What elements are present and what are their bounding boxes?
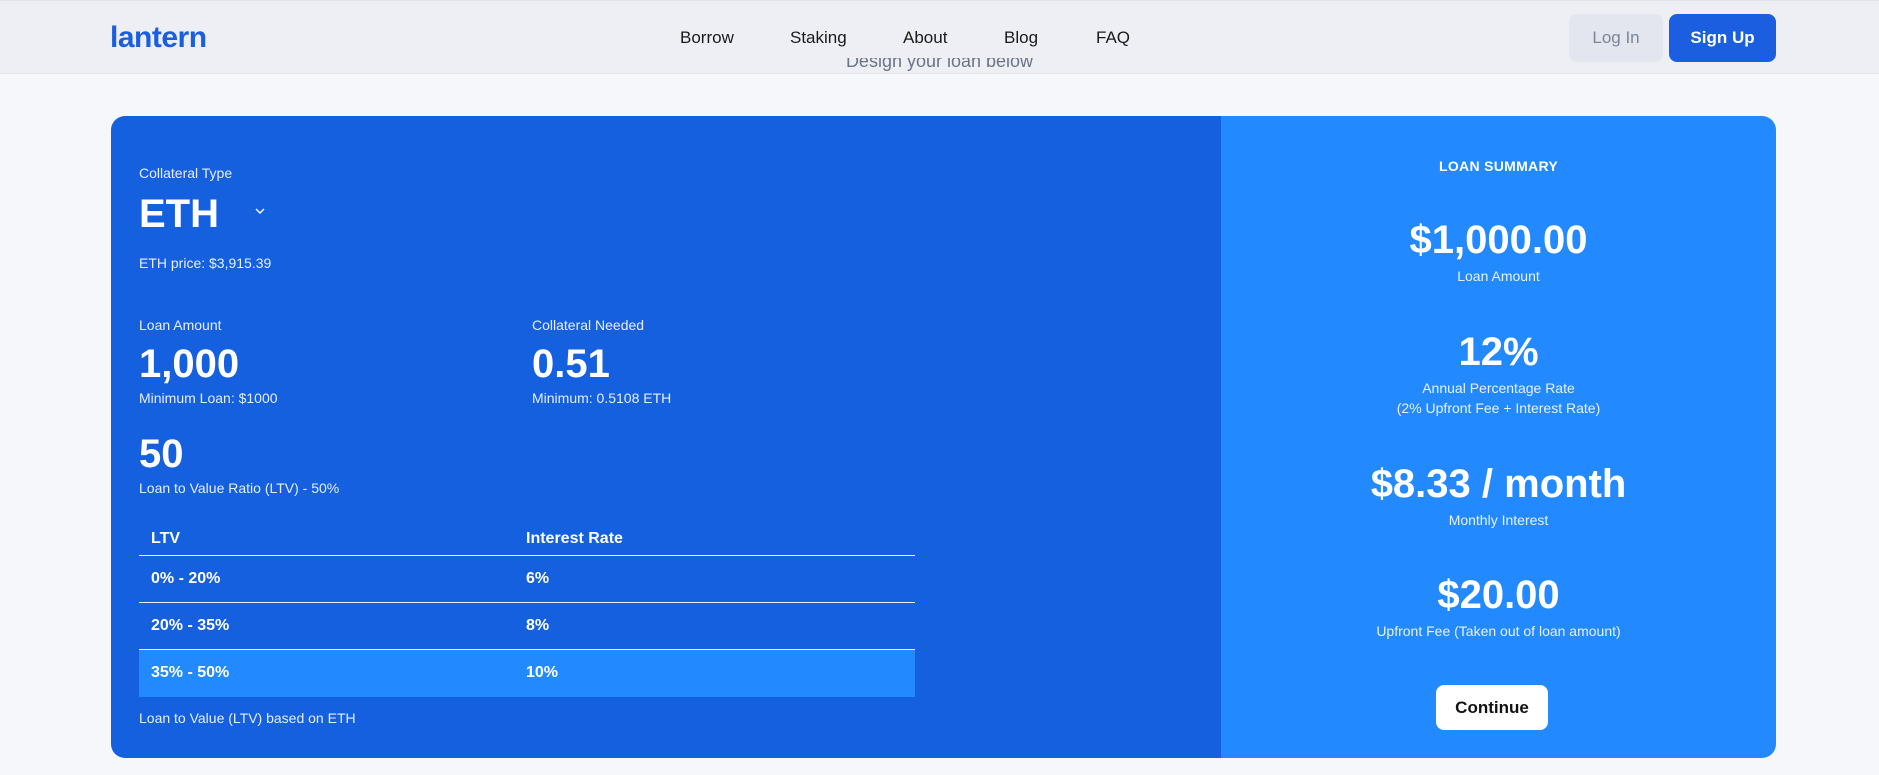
loan-summary-panel: LOAN SUMMARY $1,000.00 Loan Amount 12% A…: [1221, 116, 1776, 758]
chevron-down-icon: [255, 208, 265, 214]
loan-amount-label: Loan Amount: [139, 317, 222, 333]
loan-designer-card: Collateral Type ETH ETH price: $3,915.39…: [111, 116, 1776, 758]
header-interest-rate: Interest Rate: [526, 530, 623, 547]
collateral-needed-label: Collateral Needed: [532, 317, 645, 333]
summary-monthly-value: $8.33 / month: [1370, 462, 1627, 506]
summary-loan-amount-value: $1,000.00: [1409, 218, 1588, 262]
table-row: 0% - 20% 6%: [139, 556, 915, 603]
interest-rate: 8%: [526, 617, 550, 634]
continue-button[interactable]: Continue: [1436, 685, 1548, 730]
loan-minimum-note: Minimum Loan: $1000: [139, 390, 278, 406]
summary-upfront-label: Upfront Fee (Taken out of loan amount): [1376, 623, 1621, 639]
summary-apr-note: (2% Upfront Fee + Interest Rate): [1396, 400, 1601, 416]
interest-rate: 10%: [526, 664, 559, 681]
summary-upfront-value: $20.00: [1437, 573, 1560, 617]
ltv-interest-table: LTV Interest Rate 0% - 20% 6% 20% - 35% …: [139, 522, 915, 697]
lantern-logo[interactable]: lantern: [110, 21, 207, 55]
nav-link-about[interactable]: About: [903, 28, 947, 48]
login-button[interactable]: Log In: [1569, 14, 1663, 62]
header-ltv: LTV: [151, 530, 181, 547]
ltv-range: 20% - 35%: [151, 617, 230, 634]
ltv-range: 0% - 20%: [151, 570, 221, 587]
page-subtitle-text: Design your loan below: [845, 58, 1034, 71]
eth-price: ETH price: $3,915.39: [139, 255, 272, 271]
nav-link-borrow[interactable]: Borrow: [680, 28, 734, 48]
collateral-type-select[interactable]: ETH: [139, 192, 269, 236]
ltv-footnote: Loan to Value (LTV) based on ETH: [139, 710, 356, 726]
loan-summary-title: LOAN SUMMARY: [1439, 158, 1558, 174]
nav-link-faq[interactable]: FAQ: [1096, 28, 1130, 48]
page-subtitle: Design your loan below: [0, 58, 1879, 74]
table-row: 20% - 35% 8%: [139, 603, 915, 650]
table-header: LTV Interest Rate: [139, 522, 915, 556]
signup-button[interactable]: Sign Up: [1669, 14, 1776, 62]
collateral-minimum-note: Minimum: 0.5108 ETH: [532, 390, 672, 406]
summary-apr-label: Annual Percentage Rate: [1422, 380, 1575, 396]
summary-loan-amount-label: Loan Amount: [1457, 268, 1540, 284]
ltv-input[interactable]: 50: [139, 432, 184, 477]
collateral-type-label: Collateral Type: [139, 165, 233, 181]
summary-monthly-label: Monthly Interest: [1448, 512, 1549, 528]
nav-link-staking[interactable]: Staking: [790, 28, 847, 48]
collateral-type-value: ETH: [139, 192, 219, 236]
ltv-range: 35% - 50%: [151, 664, 230, 681]
summary-apr-value: 12%: [1458, 330, 1539, 374]
nav-link-blog[interactable]: Blog: [1004, 28, 1038, 48]
table-row-active: 35% - 50% 10%: [139, 650, 915, 697]
collateral-needed-value: 0.51: [532, 342, 610, 386]
ltv-label: Loan to Value Ratio (LTV) - 50%: [139, 480, 340, 496]
loan-form-panel: Collateral Type ETH ETH price: $3,915.39…: [111, 116, 1221, 758]
loan-amount-input[interactable]: 1,000: [139, 342, 239, 387]
interest-rate: 6%: [526, 570, 550, 587]
